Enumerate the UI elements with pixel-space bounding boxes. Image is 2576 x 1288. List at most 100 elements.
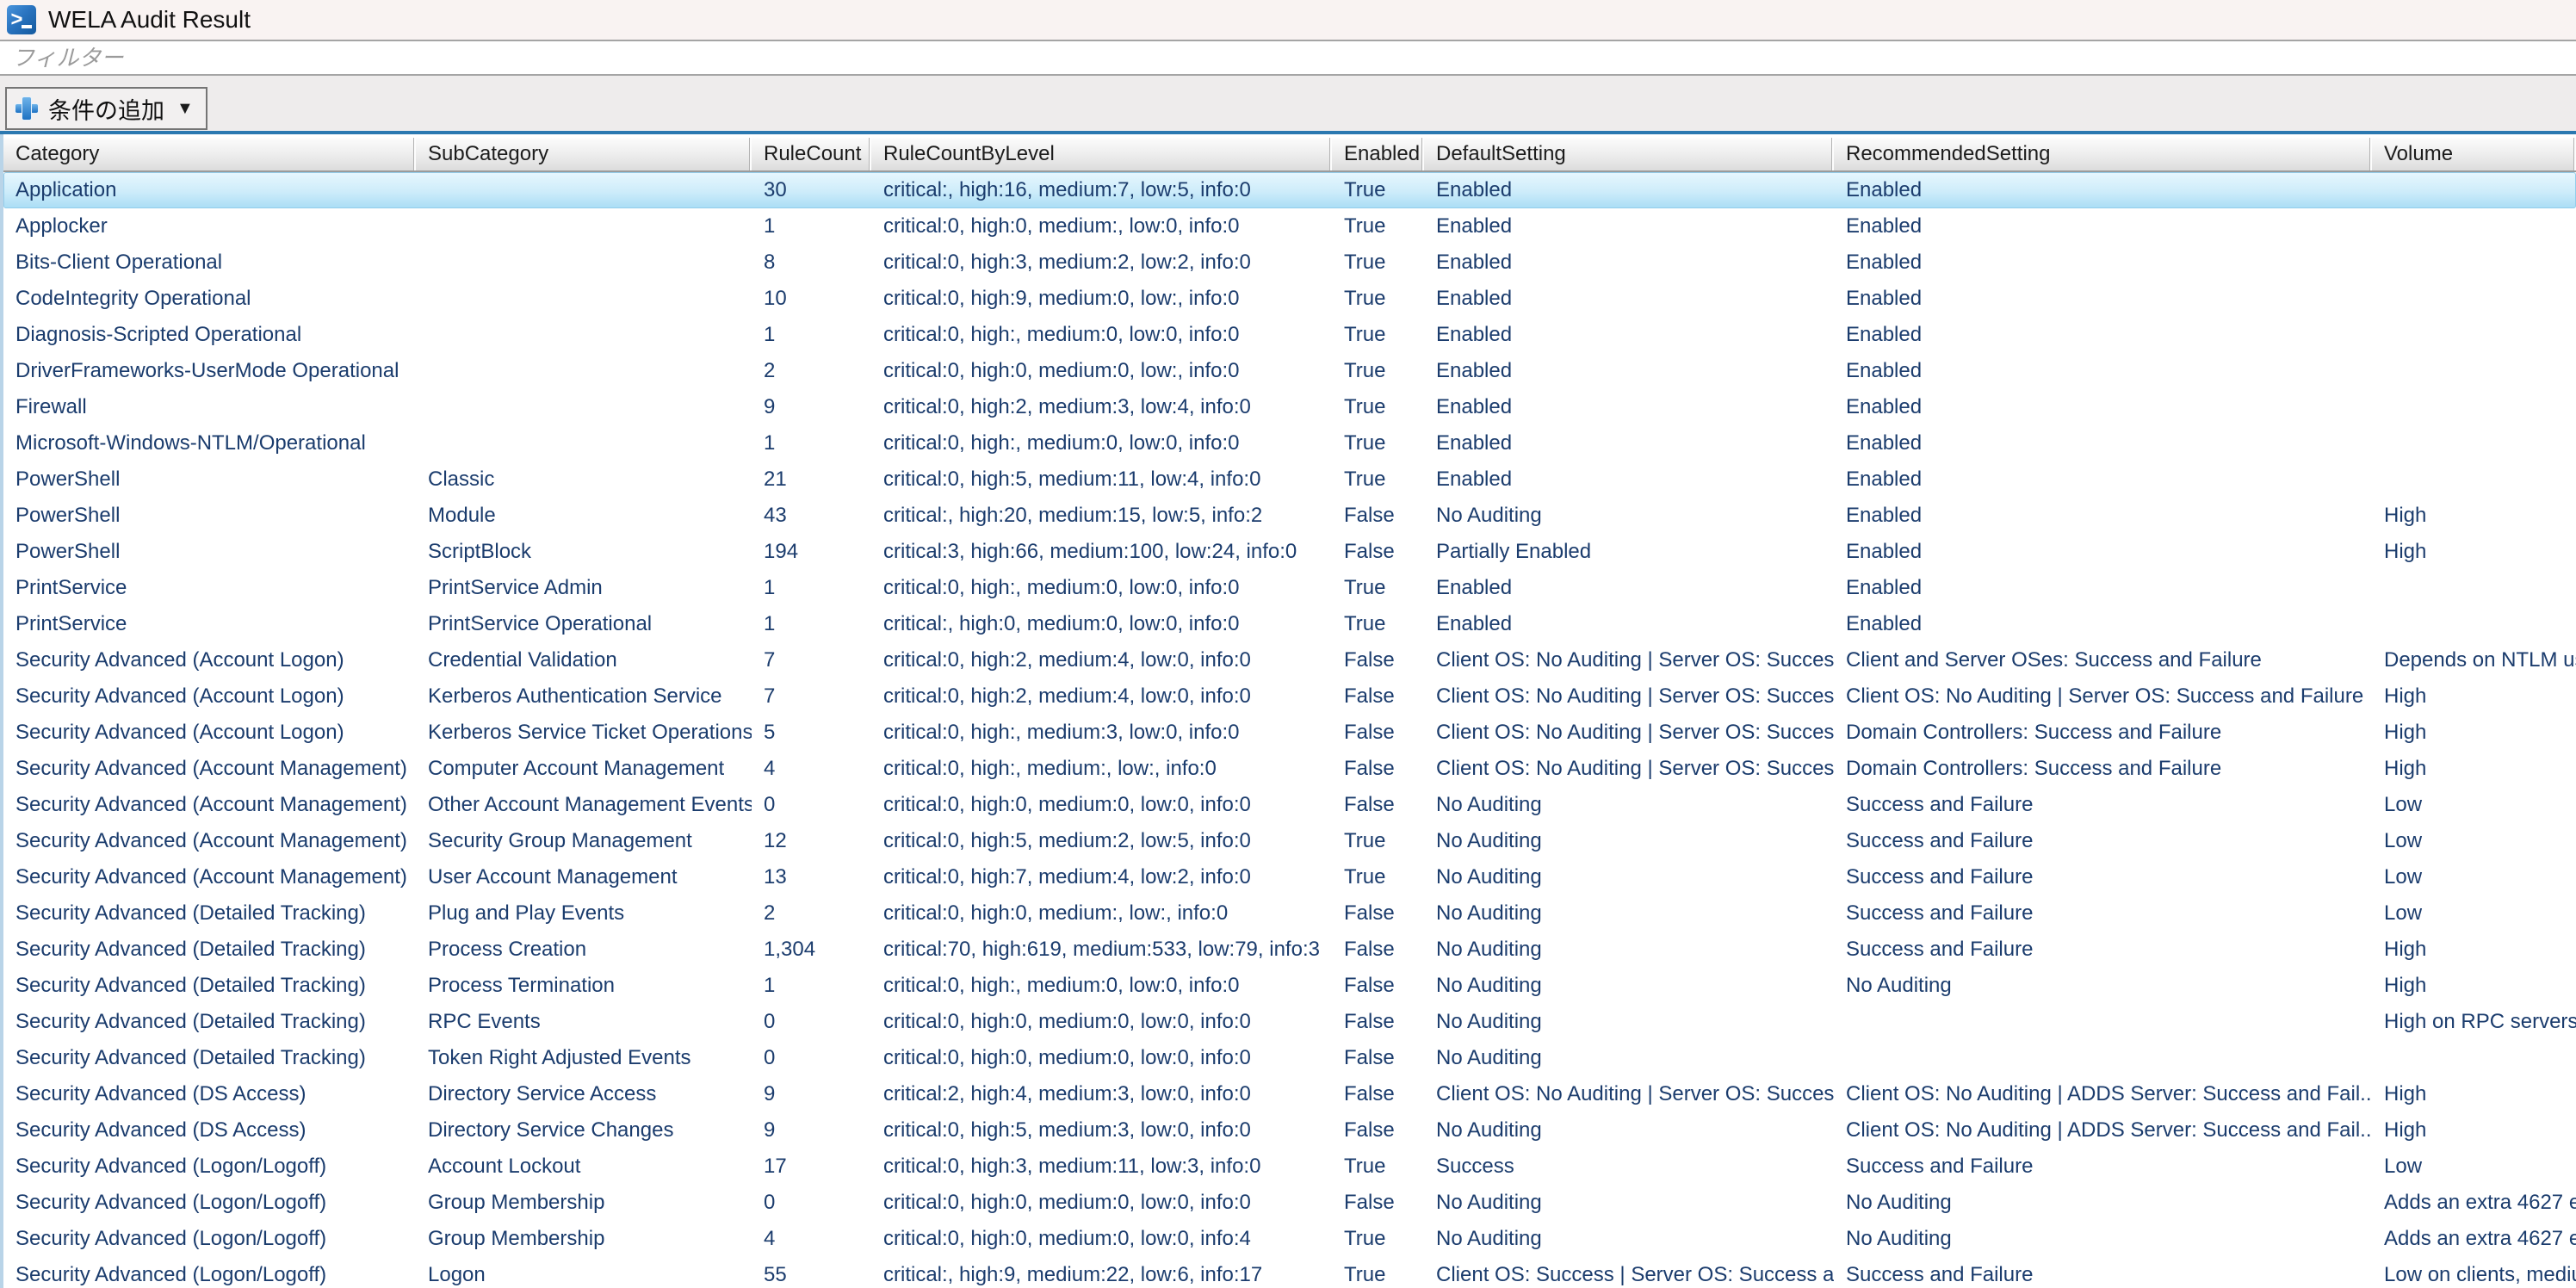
cell-category: Security Advanced (Detailed Tracking) (3, 1004, 416, 1040)
cell-rulecountbylevel: critical:0, high:, medium:3, low:0, info… (871, 715, 1332, 751)
cell-recommendedsetting (1834, 1004, 2372, 1040)
column-header-defaultsetting[interactable]: DefaultSetting (1424, 138, 1834, 170)
toolbar: 条件の追加 ▼ (0, 76, 2576, 134)
cell-enabled: False (1332, 1076, 1424, 1112)
cell-subcategory (416, 389, 752, 425)
cell-subcategory: Group Membership (416, 1185, 752, 1221)
column-header-category[interactable]: Category (3, 138, 416, 170)
column-header-rulecountbylevel[interactable]: RuleCountByLevel (871, 138, 1332, 170)
column-header-rulecount[interactable]: RuleCount (752, 138, 871, 170)
cell-subcategory: Security Group Management (416, 823, 752, 859)
cell-enabled: True (1332, 389, 1424, 425)
cell-category: DriverFrameworks-UserMode Operational (3, 353, 416, 389)
table-row[interactable]: CodeIntegrity Operational10critical:0, h… (3, 281, 2576, 317)
cell-rulecountbylevel: critical:0, high:0, medium:0, low:0, inf… (871, 1040, 1332, 1076)
cell-rulecount: 9 (752, 389, 871, 425)
column-header-enabled[interactable]: Enabled (1332, 138, 1424, 170)
cell-defaultsetting: No Auditing (1424, 823, 1834, 859)
window-title: WELA Audit Result (48, 6, 251, 34)
cell-volume: Depends on NTLM us (2372, 642, 2576, 678)
cell-enabled: False (1332, 1185, 1424, 1221)
table-row[interactable]: Security Advanced (Account Management)Co… (3, 751, 2576, 787)
cell-recommendedsetting: Success and Failure (1834, 787, 2372, 823)
table-row[interactable]: Security Advanced (Account Management)Se… (3, 823, 2576, 859)
column-header-volume[interactable]: Volume (2372, 138, 2576, 170)
cell-volume: High (2372, 498, 2576, 534)
table-row[interactable]: Security Advanced (Logon/Logoff)Group Me… (3, 1221, 2576, 1257)
cell-category: Microsoft-Windows-NTLM/Operational (3, 425, 416, 461)
table-row[interactable]: Diagnosis-Scripted Operational1critical:… (3, 317, 2576, 353)
table-row[interactable]: Security Advanced (DS Access)Directory S… (3, 1112, 2576, 1149)
table-row[interactable]: Security Advanced (Account Logon)Kerbero… (3, 678, 2576, 715)
table-body[interactable]: Application30critical:, high:16, medium:… (3, 172, 2576, 1288)
table-row[interactable]: PowerShellScriptBlock194critical:3, high… (3, 534, 2576, 570)
table-row[interactable]: PowerShellModule43critical:, high:20, me… (3, 498, 2576, 534)
cell-recommendedsetting: Domain Controllers: Success and Failure (1834, 751, 2372, 787)
table-row[interactable]: Security Advanced (Account Logon)Kerbero… (3, 715, 2576, 751)
column-header-recommendedsetting[interactable]: RecommendedSetting (1834, 138, 2372, 170)
cell-defaultsetting: No Auditing (1424, 968, 1834, 1004)
cell-rulecount: 17 (752, 1149, 871, 1185)
table-row[interactable]: Security Advanced (DS Access)Directory S… (3, 1076, 2576, 1112)
cell-category: PrintService (3, 606, 416, 642)
column-header-subcategory[interactable]: SubCategory (416, 138, 752, 170)
cell-rulecountbylevel: critical:0, high:3, medium:2, low:2, inf… (871, 245, 1332, 281)
cell-subcategory: ScriptBlock (416, 534, 752, 570)
table-row[interactable]: Security Advanced (Detailed Tracking)Tok… (3, 1040, 2576, 1076)
table-row[interactable]: Bits-Client Operational8critical:0, high… (3, 245, 2576, 281)
filter-input[interactable] (0, 41, 2576, 74)
cell-rulecountbylevel: critical:0, high:0, medium:0, low:0, inf… (871, 1004, 1332, 1040)
table-row[interactable]: Security Advanced (Account Management)Ot… (3, 787, 2576, 823)
table-row[interactable]: Microsoft-Windows-NTLM/Operational1criti… (3, 425, 2576, 461)
cell-rulecountbylevel: critical:2, high:4, medium:3, low:0, inf… (871, 1076, 1332, 1112)
add-condition-button[interactable]: 条件の追加 ▼ (5, 87, 207, 130)
table-row[interactable]: Firewall9critical:0, high:2, medium:3, l… (3, 389, 2576, 425)
cell-volume: High (2372, 751, 2576, 787)
table-row[interactable]: Security Advanced (Logon/Logoff)Logon55c… (3, 1257, 2576, 1288)
cell-recommendedsetting: Enabled (1834, 498, 2372, 534)
cell-subcategory: Plug and Play Events (416, 895, 752, 932)
table-row[interactable]: Security Advanced (Detailed Tracking)Pro… (3, 968, 2576, 1004)
cell-subcategory (416, 208, 752, 245)
table-row[interactable]: Security Advanced (Account Management)Us… (3, 859, 2576, 895)
table-row[interactable]: Applocker1critical:0, high:0, medium:, l… (3, 208, 2576, 245)
cell-enabled: False (1332, 968, 1424, 1004)
cell-category: Security Advanced (Account Logon) (3, 678, 416, 715)
cell-enabled: False (1332, 678, 1424, 715)
table-row[interactable]: Security Advanced (Detailed Tracking)RPC… (3, 1004, 2576, 1040)
cell-rulecount: 43 (752, 498, 871, 534)
table-row[interactable]: DriverFrameworks-UserMode Operational2cr… (3, 353, 2576, 389)
cell-category: PowerShell (3, 498, 416, 534)
cell-category: Security Advanced (Detailed Tracking) (3, 895, 416, 932)
cell-rulecount: 0 (752, 1040, 871, 1076)
table-row[interactable]: PowerShellClassic21critical:0, high:5, m… (3, 461, 2576, 498)
cell-subcategory: Kerberos Service Ticket Operations (416, 715, 752, 751)
cell-recommendedsetting (1834, 1040, 2372, 1076)
cell-rulecount: 4 (752, 751, 871, 787)
cell-rulecount: 1 (752, 570, 871, 606)
table-row[interactable]: Security Advanced (Logon/Logoff)Account … (3, 1149, 2576, 1185)
cell-volume (2372, 172, 2576, 208)
table-row[interactable]: Security Advanced (Detailed Tracking)Pro… (3, 932, 2576, 968)
cell-category: CodeIntegrity Operational (3, 281, 416, 317)
table-row[interactable]: PrintServicePrintService Operational1cri… (3, 606, 2576, 642)
cell-defaultsetting: Enabled (1424, 245, 1834, 281)
table-row[interactable]: Security Advanced (Account Logon)Credent… (3, 642, 2576, 678)
cell-subcategory: Token Right Adjusted Events (416, 1040, 752, 1076)
cell-rulecount: 1 (752, 317, 871, 353)
cell-volume (2372, 570, 2576, 606)
cell-enabled: True (1332, 317, 1424, 353)
cell-enabled: True (1332, 1257, 1424, 1288)
cell-volume (2372, 317, 2576, 353)
cell-defaultsetting: Enabled (1424, 461, 1834, 498)
cell-recommendedsetting: No Auditing (1834, 1185, 2372, 1221)
cell-volume: Low on clients, mediu (2372, 1257, 2576, 1288)
table-row[interactable]: Security Advanced (Logon/Logoff)Group Me… (3, 1185, 2576, 1221)
cell-enabled: True (1332, 606, 1424, 642)
cell-category: Security Advanced (Account Management) (3, 787, 416, 823)
table-row[interactable]: PrintServicePrintService Admin1critical:… (3, 570, 2576, 606)
cell-recommendedsetting: Enabled (1834, 606, 2372, 642)
cell-rulecount: 7 (752, 642, 871, 678)
table-row[interactable]: Application30critical:, high:16, medium:… (3, 172, 2576, 208)
table-row[interactable]: Security Advanced (Detailed Tracking)Plu… (3, 895, 2576, 932)
